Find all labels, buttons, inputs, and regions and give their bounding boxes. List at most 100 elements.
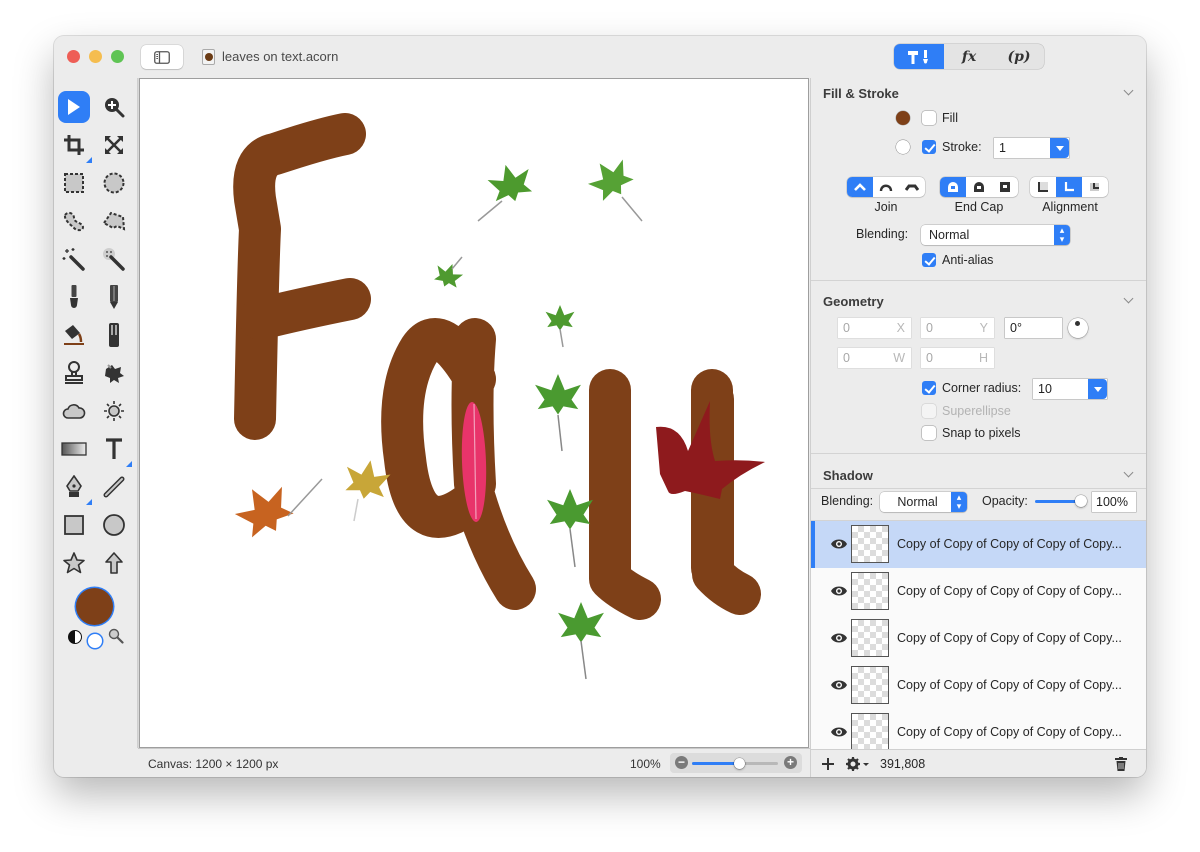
layer-blending-popup[interactable]: Normal ▴ ▾ [880, 492, 967, 512]
ellipse-select-tool[interactable] [98, 167, 130, 199]
crop-tool[interactable] [58, 129, 92, 163]
tab-effects[interactable]: fx [944, 44, 994, 69]
close-window-button[interactable] [67, 50, 80, 63]
tab-tools[interactable] [894, 44, 944, 69]
corner-radius-checkbox[interactable] [922, 381, 936, 395]
superellipse-checkbox[interactable] [922, 404, 936, 418]
add-layer-icon[interactable] [822, 758, 834, 770]
brush-tool[interactable] [58, 281, 90, 313]
opacity-label: Opacity: [982, 494, 1028, 508]
gradient-tool[interactable] [58, 433, 90, 465]
zoom-window-button[interactable] [111, 50, 124, 63]
fill-color-swatch[interactable] [896, 111, 910, 125]
document-icon [202, 49, 215, 65]
x-field[interactable]: 0X [838, 318, 911, 338]
rectangle-tool[interactable] [58, 509, 90, 541]
align-outside-icon [1090, 183, 1099, 191]
transform-tool[interactable] [98, 129, 130, 161]
color-picker-loupe-icon[interactable] [108, 628, 124, 644]
trash-icon[interactable] [1115, 757, 1127, 771]
layer-row[interactable]: Copy of Copy of Copy of Copy of Copy... [811, 615, 1146, 662]
eye-icon[interactable] [830, 538, 848, 550]
antialias-checkbox[interactable] [922, 253, 936, 267]
corner-radius-combo[interactable]: 10 [1033, 379, 1107, 399]
lasso-tool[interactable] [58, 205, 90, 237]
star-tool[interactable] [58, 547, 90, 579]
join-bevel-button[interactable] [899, 177, 925, 197]
pen-tool[interactable] [58, 471, 92, 505]
zoom-tool[interactable] [98, 91, 130, 123]
rotation-angle-field[interactable]: 0° [1005, 318, 1062, 338]
width-field[interactable]: 0W [838, 348, 911, 368]
layer-row[interactable]: Copy of Copy of Copy of Copy of Copy... [811, 709, 1146, 749]
clone-tool[interactable] [58, 357, 90, 389]
join-miter-button[interactable] [847, 177, 873, 197]
stroke-width-combo[interactable]: 1 [994, 138, 1069, 158]
cap-round-button[interactable] [966, 177, 992, 197]
fill-checkbox[interactable] [922, 111, 936, 125]
eye-icon[interactable] [830, 585, 848, 597]
zoom-in-button[interactable]: + [784, 756, 797, 769]
cap-square-button[interactable] [992, 177, 1018, 197]
corner-radius-dropdown-button[interactable] [1088, 379, 1107, 399]
align-center-button[interactable] [1056, 177, 1082, 197]
pencil-tool[interactable] [98, 281, 130, 313]
instant-alpha-tool[interactable] [98, 243, 130, 275]
fill-stroke-title: Fill & Stroke [823, 86, 899, 101]
eye-icon[interactable] [830, 679, 848, 691]
align-outside-button[interactable] [1082, 177, 1108, 197]
oval-tool[interactable] [98, 509, 130, 541]
rotation-dial[interactable] [1068, 318, 1088, 338]
magic-wand-tool[interactable] [58, 243, 90, 275]
layer-row[interactable]: Copy of Copy of Copy of Copy of Copy... [811, 568, 1146, 615]
layer-name: Copy of Copy of Copy of Copy of Copy... [897, 631, 1122, 645]
stroke-checkbox[interactable] [922, 140, 936, 154]
y-field[interactable]: 0Y [921, 318, 994, 338]
arrow-tool[interactable] [98, 547, 130, 579]
fill-stroke-collapse-chevron-icon[interactable] [1123, 85, 1134, 96]
zoom-out-button[interactable]: − [675, 756, 688, 769]
color-well[interactable] [76, 588, 113, 625]
image-canvas[interactable] [139, 78, 809, 748]
blur-tool[interactable] [58, 395, 90, 427]
geometry-collapse-chevron-icon[interactable] [1123, 293, 1134, 304]
select-tool[interactable] [58, 91, 90, 123]
fall-text-shape[interactable] [233, 113, 761, 620]
minimize-window-button[interactable] [89, 50, 102, 63]
layers-footer: 391,808 [811, 749, 1146, 777]
h-suffix: H [978, 351, 988, 365]
snap-to-pixels-checkbox[interactable] [922, 426, 936, 440]
align-inside-button[interactable] [1030, 177, 1056, 197]
text-tool[interactable] [98, 433, 132, 467]
polygon-lasso-tool[interactable] [98, 205, 130, 237]
layer-row[interactable]: Copy of Copy of Copy of Copy of Copy... [811, 521, 1146, 568]
sidebar-toggle-button[interactable] [141, 45, 183, 69]
eye-icon[interactable] [830, 726, 848, 738]
eraser-tool[interactable] [98, 319, 130, 351]
stroke-color-swatch[interactable] [896, 140, 910, 154]
tab-properties[interactable]: (p) [994, 44, 1044, 69]
leaf-layer[interactable] [228, 151, 765, 680]
zoom-slider-knob[interactable] [734, 758, 746, 769]
rect-select-tool[interactable] [58, 167, 90, 199]
smudge-tool[interactable] [98, 357, 130, 389]
height-field[interactable]: 0H [921, 348, 994, 368]
gear-menu-icon[interactable] [846, 757, 870, 771]
opacity-slider-knob[interactable] [1075, 495, 1087, 507]
join-round-button[interactable] [873, 177, 899, 197]
shadow-collapse-chevron-icon[interactable] [1123, 467, 1134, 478]
stroke-width-dropdown-button[interactable] [1050, 138, 1069, 158]
blending-popup[interactable]: Normal ▴ ▾ [921, 225, 1070, 245]
section-divider [811, 280, 1146, 281]
paint-bucket-tool[interactable] [58, 319, 90, 351]
dodge-tool[interactable] [98, 395, 130, 427]
window-title: leaves on text.acorn [222, 49, 339, 64]
eye-icon[interactable] [830, 632, 848, 644]
layer-row[interactable]: Copy of Copy of Copy of Copy of Copy... [811, 662, 1146, 709]
zoom-slider[interactable] [692, 758, 778, 769]
opacity-field[interactable]: 100% [1092, 492, 1136, 512]
line-tool[interactable] [98, 471, 130, 503]
cap-butt-button[interactable] [940, 177, 966, 197]
default-colors-icon[interactable] [88, 634, 102, 648]
swap-colors-icon[interactable] [68, 630, 82, 644]
